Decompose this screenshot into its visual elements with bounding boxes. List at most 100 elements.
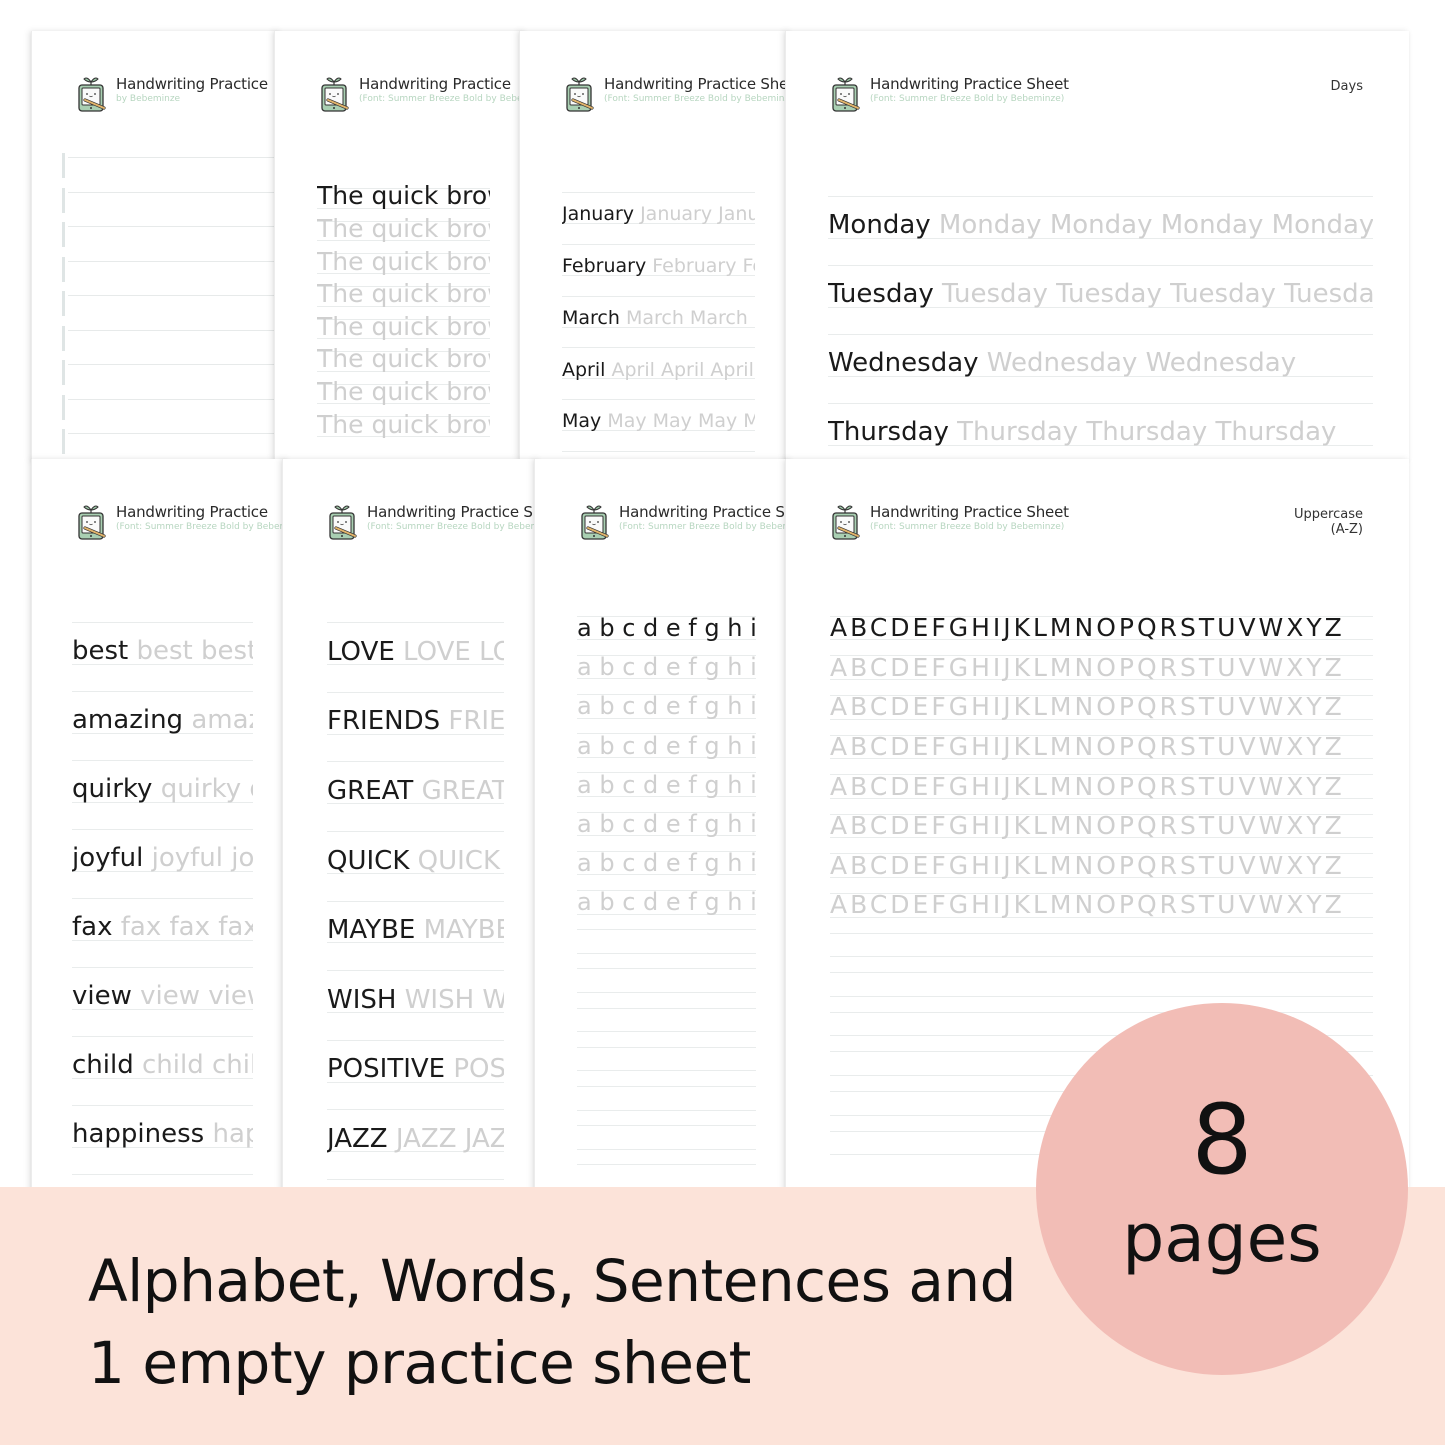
practice-word: May — [562, 410, 602, 433]
practice-row: January January January — [562, 181, 755, 233]
practice-word: fax — [72, 912, 113, 943]
guide-line — [68, 398, 281, 400]
guide-line — [72, 898, 253, 900]
sheet-title: Handwriting Practice Sheet — [870, 503, 1069, 521]
guide-line — [830, 956, 1373, 958]
trace-word: GREAT GREAT — [421, 775, 504, 806]
sheet-lowercase: Handwriting Practice Sheet (Font: Summer… — [534, 459, 792, 1199]
guide-line — [68, 191, 281, 193]
guide-line — [577, 1031, 756, 1033]
trace-word: Monday Monday Monday Monday — [938, 210, 1373, 241]
guide-line — [828, 334, 1373, 336]
trace-word: February February — [652, 255, 755, 278]
margin-bar — [62, 187, 65, 213]
guide-line — [577, 991, 756, 993]
trace-word: QUICK QUICK — [417, 845, 504, 876]
tablet-logo-icon — [579, 503, 609, 541]
practice-row: fax fax fax fax fax — [72, 883, 253, 952]
guide-line — [68, 433, 281, 434]
sheet-title: Handwriting Practice — [116, 75, 268, 93]
practice-row: Thursday Thursday Thursday Thursday — [828, 388, 1373, 457]
practice-word: best — [72, 636, 129, 667]
margin-bar — [62, 394, 65, 420]
guide-line — [327, 622, 504, 624]
practice-row: ABCDEFGHIJKLMNOPQRSTUVWXYZ — [830, 845, 1373, 885]
sheet-subtitle: (Font: Summer Breeze Bold by Bebeminze) — [870, 94, 1065, 104]
sheet-words: Handwriting Practice (Font: Summer Breez… — [31, 459, 289, 1199]
practice-row: ABCDEFGHIJKLMNOPQRSTUVWXYZ — [830, 607, 1373, 647]
trace-word: ABCDEFGHIJKLMNOPQRSTUVWXYZ — [830, 692, 1345, 722]
trace-word: The quick brown — [317, 246, 490, 276]
trace-word: best best best — [136, 636, 253, 667]
sheet-title: Handwriting Practice Sheet — [870, 75, 1069, 93]
guide-line — [72, 829, 253, 831]
label-line-1: Uppercase — [1294, 507, 1363, 522]
guide-line — [828, 403, 1373, 405]
practice-row: March March March March — [562, 284, 755, 336]
guide-line — [68, 157, 281, 158]
trace-word: MAYBE MAYBE — [423, 915, 504, 946]
practice-word: GREAT — [327, 775, 414, 806]
practice-row: a b c d e f g h i j k — [577, 725, 756, 764]
tablet-logo-icon — [76, 75, 106, 113]
practice-row: Tuesday Tuesday Tuesday Tuesday Tuesday — [828, 250, 1373, 319]
guide-line — [577, 929, 756, 931]
practice-row: child child child child — [72, 1021, 253, 1090]
guide-line — [577, 1046, 756, 1048]
guide-line — [68, 329, 281, 331]
practice-row: MAYBE MAYBE MAYBE — [327, 885, 504, 955]
trace-word: joyful joyful — [151, 843, 253, 874]
guide-line — [327, 970, 504, 972]
banner-line-2: 1 empty practice sheet — [88, 1329, 751, 1397]
guide-line — [562, 347, 755, 349]
trace-word: Tuesday Tuesday Tuesday Tuesday — [942, 279, 1373, 310]
guide-line — [68, 364, 281, 365]
trace-word: JAZZ JAZZ JAZZ — [395, 1123, 504, 1154]
practice-word: February — [562, 255, 647, 278]
practice-word: MAYBE — [327, 915, 416, 946]
practice-word: happiness — [72, 1119, 205, 1150]
practice-word: Monday — [828, 210, 931, 241]
trace-word: ABCDEFGHIJKLMNOPQRSTUVWXYZ — [830, 890, 1345, 920]
practice-row: The quick brown — [317, 246, 490, 279]
trace-word: a b c d e f g h i j k — [577, 692, 756, 721]
practice-row: QUICK QUICK QUICK — [327, 816, 504, 886]
trace-word: a b c d e f g h i j k — [577, 809, 756, 838]
sheet-subtitle: (Font: Summer Breeze Bold by Bebeminze) — [116, 522, 289, 532]
margin-bar — [62, 291, 65, 316]
practice-row: ABCDEFGHIJKLMNOPQRSTUVWXYZ — [830, 647, 1373, 687]
practice-row: ABCDEFGHIJKLMNOPQRSTUVWXYZ — [830, 805, 1373, 845]
trace-word: POSITIVE — [453, 1054, 504, 1085]
tablet-logo-icon — [76, 503, 106, 541]
margin-bar — [62, 222, 65, 247]
practice-row: FRIENDS FRIENDS — [327, 677, 504, 747]
sheet-sentences: Handwriting Practice (Font: Summer Breez… — [274, 31, 526, 461]
trace-word: view view view — [140, 981, 253, 1012]
guide-line — [577, 1164, 756, 1166]
guide-line — [562, 450, 755, 452]
guide-line — [68, 295, 281, 296]
empty-practice-row — [577, 921, 756, 960]
trace-word: January January — [640, 203, 755, 226]
guide-line — [327, 761, 504, 763]
guide-line — [327, 831, 504, 833]
tablet-logo-icon — [830, 503, 860, 541]
margin-bar — [62, 429, 65, 454]
sheet-header: Handwriting Practice Sheet (Font: Summer… — [830, 75, 1069, 113]
guide-line — [72, 1174, 253, 1176]
page-count-label: pages — [1122, 1200, 1322, 1277]
practice-word: a b c d e f g h i j k — [577, 613, 756, 642]
sheet-title: Handwriting Practice — [116, 503, 268, 521]
practice-row: a b c d e f g h i j k — [577, 685, 756, 724]
practice-word: The quick brown — [317, 181, 490, 211]
practice-word: January — [562, 203, 635, 226]
trace-word: March March March — [625, 306, 755, 329]
sheet-category-label: Uppercase (A-Z) — [1294, 507, 1363, 537]
practice-word: Thursday — [828, 417, 949, 448]
trace-word: The quick brown — [317, 377, 490, 407]
practice-row: best best best best — [72, 607, 253, 676]
practice-row: a b c d e f g h i j k — [577, 764, 756, 803]
practice-word: view — [72, 981, 132, 1012]
trace-word: FRIENDS — [448, 706, 504, 737]
practice-row: Wednesday Wednesday Wednesday — [828, 319, 1373, 388]
